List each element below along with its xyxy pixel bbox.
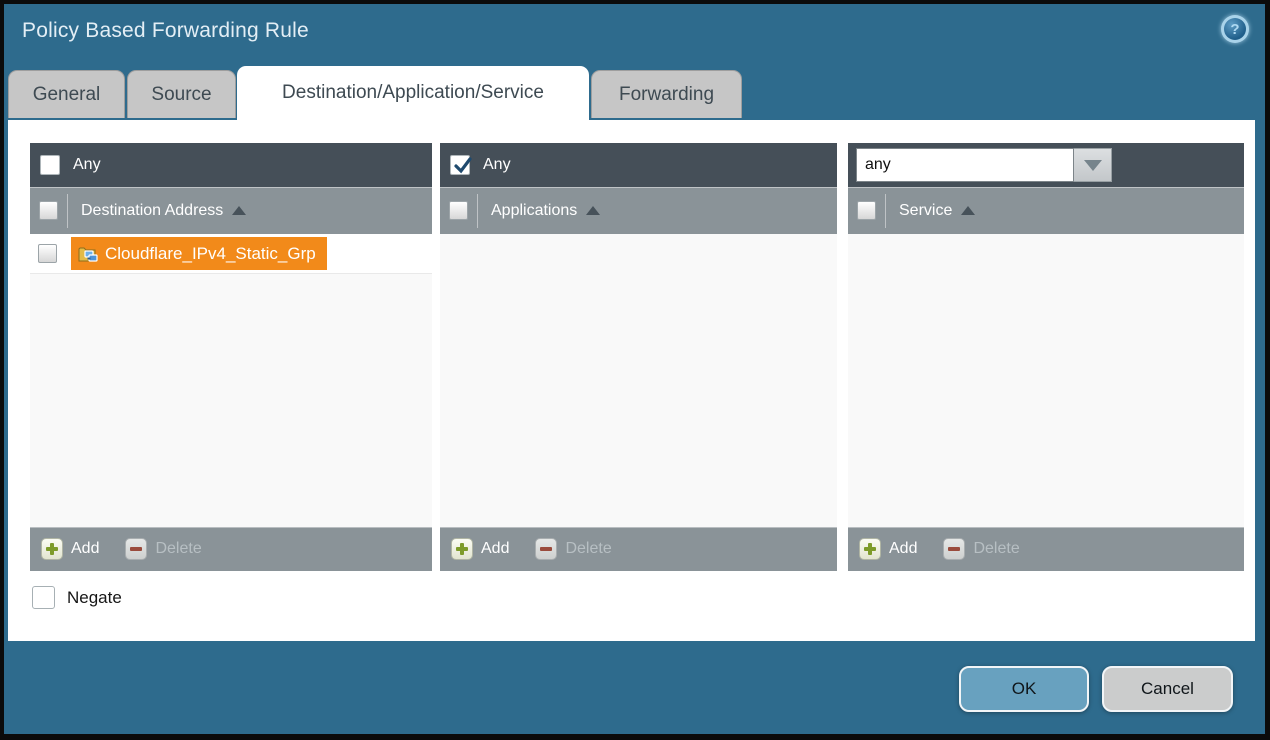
applications-any-checkbox[interactable] (450, 155, 470, 175)
question-mark-glyph: ? (1224, 18, 1246, 40)
cancel-button[interactable]: Cancel (1102, 666, 1233, 712)
destination-address-list: Cloudflare_IPv4_Static_Grp (30, 234, 432, 527)
service-list (848, 234, 1244, 527)
plus-icon (41, 538, 63, 560)
service-dropdown-bar: any (848, 143, 1244, 187)
delete-label: Delete (565, 540, 611, 558)
tab-content-panel: Any Destination Address (8, 120, 1255, 641)
header-divider (885, 194, 886, 228)
minus-icon (943, 538, 965, 560)
add-destination-button[interactable]: Add (41, 538, 99, 560)
dialog-title: Policy Based Forwarding Rule (22, 19, 309, 43)
delete-service-button[interactable]: Delete (943, 538, 1019, 560)
add-service-button[interactable]: Add (859, 538, 917, 560)
cancel-button-label: Cancel (1141, 679, 1194, 699)
address-group-icon (78, 244, 98, 264)
destination-select-all-checkbox[interactable] (39, 201, 58, 220)
add-label: Add (889, 540, 917, 558)
chevron-down-icon (1084, 160, 1102, 171)
negate-label: Negate (67, 588, 122, 608)
ok-button-label: OK (1012, 679, 1037, 699)
address-group-name: Cloudflare_IPv4_Static_Grp (105, 244, 316, 264)
tab-forwarding[interactable]: Forwarding (591, 70, 742, 118)
header-divider (67, 194, 68, 228)
sort-ascending-icon[interactable] (586, 206, 600, 215)
dropdown-button[interactable] (1074, 148, 1112, 182)
checkmark-icon (452, 155, 474, 177)
minus-icon (125, 538, 147, 560)
service-column: any Service Add D (848, 143, 1244, 571)
destination-address-column: Any Destination Address (30, 143, 432, 571)
tab-forwarding-label: Forwarding (619, 84, 714, 106)
plus-icon (859, 538, 881, 560)
selected-address-chip[interactable]: Cloudflare_IPv4_Static_Grp (71, 237, 327, 270)
negate-row: Negate (32, 586, 122, 609)
delete-application-button[interactable]: Delete (535, 538, 611, 560)
applications-header: Applications (440, 187, 837, 234)
applications-column: Any Applications Add Delete (440, 143, 837, 571)
applications-any-bar: Any (440, 143, 837, 187)
applications-footer-bar: Add Delete (440, 527, 837, 571)
plus-icon (451, 538, 473, 560)
tab-source-label: Source (151, 84, 211, 106)
add-label: Add (71, 540, 99, 558)
delete-label: Delete (155, 540, 201, 558)
tab-das-label: Destination/Application/Service (282, 82, 544, 104)
minus-icon (535, 538, 557, 560)
ok-button[interactable]: OK (959, 666, 1089, 712)
service-header-label[interactable]: Service (899, 202, 952, 220)
destination-any-checkbox[interactable] (40, 155, 60, 175)
add-application-button[interactable]: Add (451, 538, 509, 560)
destination-footer-bar: Add Delete (30, 527, 432, 571)
service-select-all-checkbox[interactable] (857, 201, 876, 220)
service-header: Service (848, 187, 1244, 234)
applications-any-label: Any (483, 156, 511, 174)
header-divider (477, 194, 478, 228)
add-label: Add (481, 540, 509, 558)
service-dropdown-value[interactable]: any (856, 148, 1074, 182)
applications-list (440, 234, 837, 527)
destination-address-header-label[interactable]: Destination Address (81, 202, 223, 220)
delete-destination-button[interactable]: Delete (125, 538, 201, 560)
delete-label: Delete (973, 540, 1019, 558)
applications-header-label[interactable]: Applications (491, 202, 577, 220)
destination-any-bar: Any (30, 143, 432, 187)
negate-checkbox[interactable] (32, 586, 55, 609)
table-row[interactable]: Cloudflare_IPv4_Static_Grp (30, 234, 432, 274)
sort-ascending-icon[interactable] (232, 206, 246, 215)
tab-general[interactable]: General (8, 70, 125, 118)
tab-general-label: General (33, 84, 101, 106)
policy-based-forwarding-dialog: Policy Based Forwarding Rule ? General S… (4, 4, 1265, 734)
destination-any-label: Any (73, 156, 101, 174)
destination-address-header: Destination Address (30, 187, 432, 234)
tab-source[interactable]: Source (127, 70, 236, 118)
applications-select-all-checkbox[interactable] (449, 201, 468, 220)
help-icon[interactable]: ? (1221, 15, 1249, 43)
sort-ascending-icon[interactable] (961, 206, 975, 215)
service-footer-bar: Add Delete (848, 527, 1244, 571)
row-checkbox[interactable] (38, 244, 57, 263)
tab-destination-application-service[interactable]: Destination/Application/Service (237, 66, 589, 120)
service-dropdown[interactable]: any (856, 148, 1112, 182)
